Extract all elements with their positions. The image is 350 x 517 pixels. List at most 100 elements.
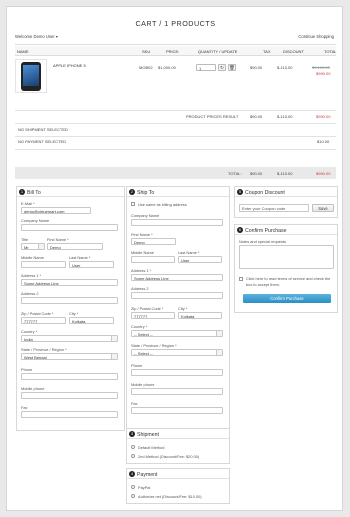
middle-name-label: Middle Name (21, 255, 44, 260)
city-label: City * (178, 306, 188, 311)
country-label: Country * (21, 329, 38, 334)
zip-field[interactable]: 777777 (21, 317, 66, 324)
terms-link[interactable]: Click here to read terms of service and … (246, 276, 332, 287)
fax-field[interactable] (21, 411, 118, 418)
country-select[interactable]: -- Select -- (131, 330, 223, 337)
col-price: PRICE: (166, 49, 180, 54)
product-price: $1,000.00 (158, 65, 176, 70)
fax-field[interactable] (131, 407, 223, 414)
middle-name-field[interactable] (21, 261, 66, 268)
first-name-label: First Name * (131, 232, 153, 237)
city-field[interactable]: Kolkata (178, 312, 222, 319)
mobile-field[interactable] (21, 392, 118, 399)
payment-option-authorize[interactable] (131, 494, 135, 498)
coupon-panel: 5 Coupon Discount Enter your Coupon code… (234, 186, 338, 218)
city-field[interactable]: Kolkata (69, 317, 114, 324)
col-sku: SKU (142, 49, 151, 54)
divider (15, 110, 336, 111)
step-number: 1 (19, 189, 25, 195)
payment-panel: 4 Payment PayPal Authorize.net (Discount… (126, 468, 230, 504)
step-number: 6 (237, 227, 243, 233)
first-name-field[interactable]: Demo (47, 243, 103, 250)
phone-field[interactable] (131, 369, 223, 376)
terms-checkbox[interactable] (239, 277, 243, 281)
divider (15, 123, 336, 124)
payment-option-authorize-label: Authorize.net (Discount/Fee: $10.00) (138, 494, 202, 499)
address1-field[interactable]: Some Address Line (131, 274, 223, 281)
col-tax: TAX (263, 49, 271, 54)
address1-field[interactable]: Some Address Line (21, 279, 118, 286)
state-label: State / Province / Region * (131, 343, 177, 348)
shipment-status: NO SHIPMENT SELECTED (18, 127, 68, 132)
last-name-field[interactable]: User (178, 256, 222, 263)
quantity-input[interactable]: 1 (196, 64, 216, 71)
payment-title: Payment (137, 471, 158, 478)
company-field[interactable] (131, 219, 223, 226)
state-select[interactable]: -- Select -- (131, 349, 223, 356)
shipment-option-second[interactable] (131, 454, 135, 458)
product-image[interactable] (15, 59, 47, 93)
step-number: 2 (129, 189, 135, 195)
company-label: Company Name (21, 218, 50, 223)
update-quantity-button[interactable]: ↻ (218, 64, 226, 71)
company-label: Company Name (131, 213, 160, 218)
mobile-label: Mobile phone (131, 382, 155, 387)
coupon-save-button[interactable]: Save (312, 204, 334, 212)
fax-label: Fax (131, 401, 138, 406)
payment-option-paypal[interactable] (131, 485, 135, 489)
divider (15, 136, 336, 137)
email-field[interactable]: demo@virtuemart.com (21, 207, 91, 214)
address2-field[interactable] (131, 292, 223, 299)
panel-header: 2 Ship To (127, 187, 229, 197)
divider (15, 44, 336, 45)
phone-label: Phone (21, 367, 33, 372)
col-total: TOTAL (324, 49, 337, 54)
phone-field[interactable] (21, 373, 118, 380)
shipment-option-default[interactable] (131, 445, 135, 449)
payment-total: $10.00 (317, 139, 330, 144)
state-select[interactable]: West Bengal (21, 353, 118, 360)
col-qty: QUANTITY / UPDATE (198, 49, 238, 54)
continue-shopping-link[interactable]: Continue Shopping (298, 34, 334, 39)
bill-to-panel: 1 Bill To E-Mail * demo@virtuemart.com C… (16, 186, 125, 431)
notes-textarea[interactable] (239, 245, 334, 269)
mobile-field[interactable] (131, 388, 223, 395)
result-label: PRODUCT PRICES RESULT (186, 114, 239, 119)
confirm-panel: 6 Confirm Purchase Notes and special req… (234, 224, 338, 313)
product-name[interactable]: APPLE IPHONE 5 (53, 63, 86, 68)
coupon-input[interactable]: Enter your Coupon code (239, 204, 309, 212)
payment-status: NO PAYMENT SELECTED (18, 139, 67, 144)
address2-label: Address 2 (131, 286, 149, 291)
middle-name-label: Middle Name (131, 250, 154, 255)
shipment-option-default-label: Default Method (138, 445, 165, 450)
product-tax: $90.00 (250, 65, 263, 70)
product-total-new: $990.00 (316, 71, 331, 76)
same-as-billing-checkbox[interactable] (131, 202, 135, 206)
zip-field[interactable]: 777777 (131, 312, 175, 319)
payment-option-paypal-label: PayPal (138, 485, 151, 490)
title-label: Title (21, 237, 29, 242)
delete-product-button[interactable]: 🗑 (228, 64, 236, 71)
total-discount: $-110.00 (277, 171, 293, 176)
welcome-user-menu[interactable]: Welcome Demo User ▾ (15, 34, 58, 39)
refresh-icon: ↻ (220, 65, 224, 70)
address2-field[interactable] (21, 297, 118, 304)
middle-name-field[interactable] (131, 256, 175, 263)
last-name-label: Last Name * (178, 250, 200, 255)
panel-header: 5 Coupon Discount (235, 187, 337, 197)
shipment-option-second-label: 2nd Method (Discount/Fee: $20.00) (138, 454, 200, 459)
first-name-field[interactable]: Demo (131, 238, 176, 245)
product-sku: MOB02 (139, 65, 153, 70)
result-discount: $-110.00 (277, 114, 293, 119)
result-tax: $90.00 (250, 114, 263, 119)
product-total-old: $1,100.00 (312, 65, 330, 70)
country-select[interactable]: India (21, 335, 118, 342)
company-field[interactable] (21, 224, 118, 231)
last-name-field[interactable]: User (69, 261, 114, 268)
panel-header: 3 Shipment (127, 429, 229, 439)
trash-icon: 🗑 (229, 65, 235, 70)
step-number: 5 (237, 189, 243, 195)
confirm-purchase-button[interactable]: Confirm Purchase (243, 294, 331, 303)
title-select[interactable]: Mr (21, 243, 45, 250)
panel-header: 1 Bill To (17, 187, 124, 197)
